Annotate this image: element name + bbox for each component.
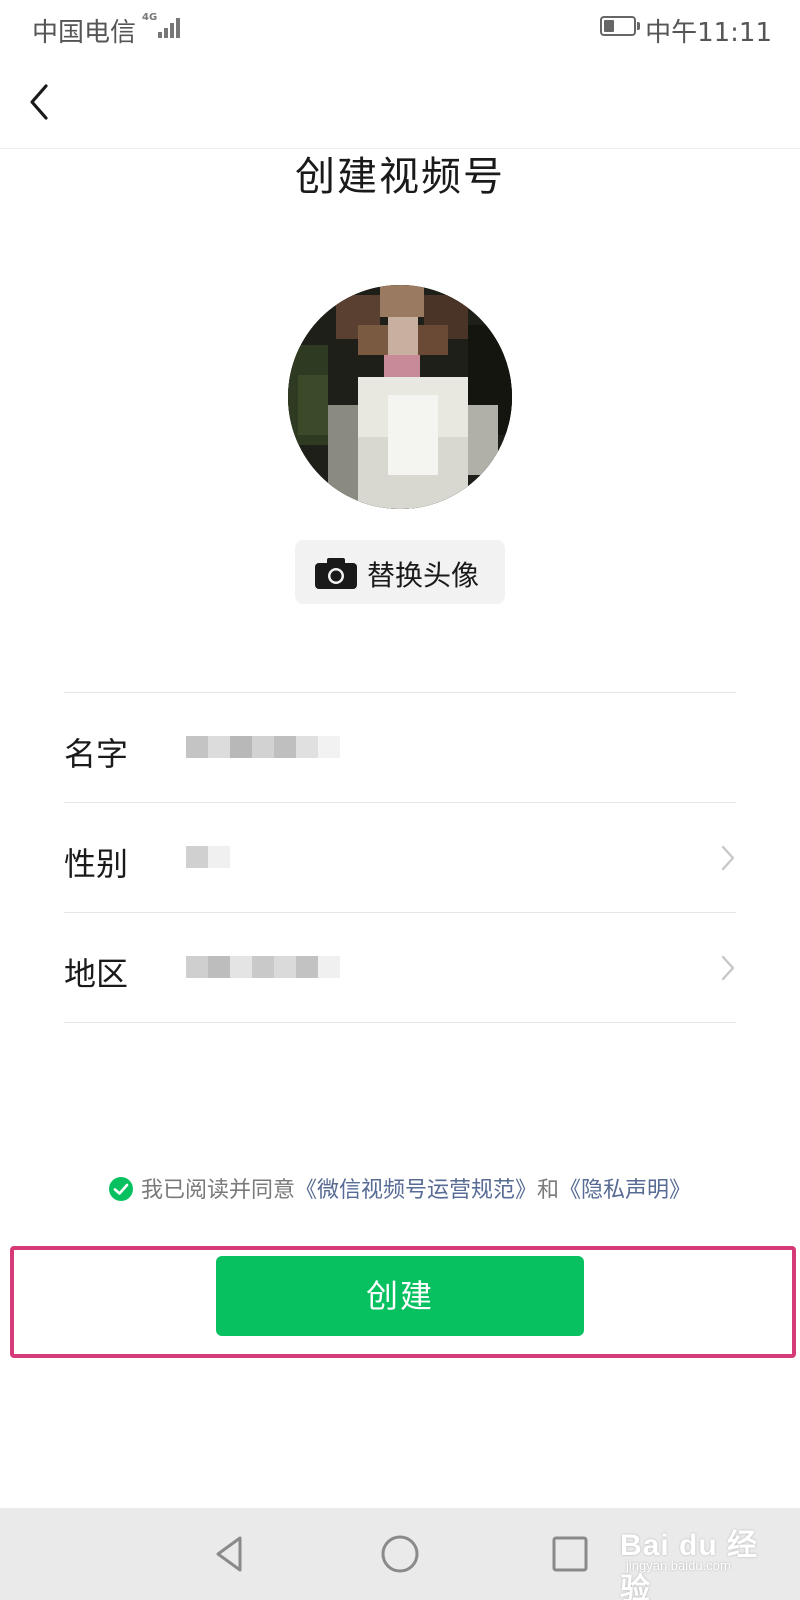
battery-icon — [600, 16, 640, 36]
agreement-and: 和 — [537, 1178, 560, 1203]
row-value-name[interactable] — [186, 725, 340, 769]
privacy-statement-link[interactable]: 《隐私声明》 — [559, 1178, 691, 1203]
carrier-label: 中国电信 — [32, 18, 137, 48]
replace-avatar-label: 替换头像 — [367, 559, 480, 592]
status-time: 中午11:11 — [645, 18, 772, 48]
nav-bar — [0, 56, 800, 149]
row-value-region — [186, 945, 340, 989]
agreement-prefix: 我已阅读并同意 — [140, 1178, 295, 1203]
profile-form: 名字 性别 地区 — [64, 692, 736, 1023]
signal-icon: 4G — [142, 12, 182, 40]
row-label-region: 地区 — [64, 955, 129, 993]
agreement-row: 我已阅读并同意《微信视频号运营规范》和《隐私声明》 — [0, 1172, 800, 1204]
agreement-checkbox[interactable] — [108, 1177, 133, 1201]
status-bar: 中国电信 4G 中午11:11 — [0, 0, 800, 56]
form-row-name[interactable]: 名字 — [64, 692, 736, 802]
avatar-image — [288, 285, 512, 509]
operation-rules-link[interactable]: 《微信视频号运营规范》 — [295, 1178, 537, 1203]
recents-square-icon[interactable] — [548, 1532, 592, 1576]
screen: 中国电信 4G 中午11:11 创建视频号 替换头像 名字 性别 地区 我已阅读… — [0, 0, 800, 1600]
camera-icon — [315, 558, 357, 589]
row-label-name: 名字 — [64, 735, 129, 773]
watermark-logo: Bai du 经验 jingyan.baidu.com — [620, 1512, 770, 1600]
chevron-right-icon — [721, 955, 735, 981]
form-row-gender[interactable]: 性别 — [64, 802, 736, 912]
back-triangle-icon[interactable] — [208, 1532, 252, 1576]
row-label-gender: 性别 — [64, 845, 129, 883]
network-type: 4G — [142, 12, 158, 23]
check-icon — [113, 1183, 129, 1195]
chevron-left-icon — [30, 84, 48, 120]
form-row-region[interactable]: 地区 — [64, 912, 736, 1023]
watermark-sub: jingyan.baidu.com — [626, 1558, 731, 1573]
chevron-right-icon — [721, 845, 735, 871]
create-button[interactable]: 创建 — [216, 1256, 584, 1336]
home-circle-icon[interactable] — [378, 1532, 422, 1576]
row-value-gender — [186, 835, 230, 879]
replace-avatar-button[interactable]: 替换头像 — [295, 540, 505, 604]
back-button[interactable] — [18, 74, 68, 130]
avatar[interactable] — [288, 285, 512, 509]
page-title: 创建视频号 — [295, 154, 505, 200]
